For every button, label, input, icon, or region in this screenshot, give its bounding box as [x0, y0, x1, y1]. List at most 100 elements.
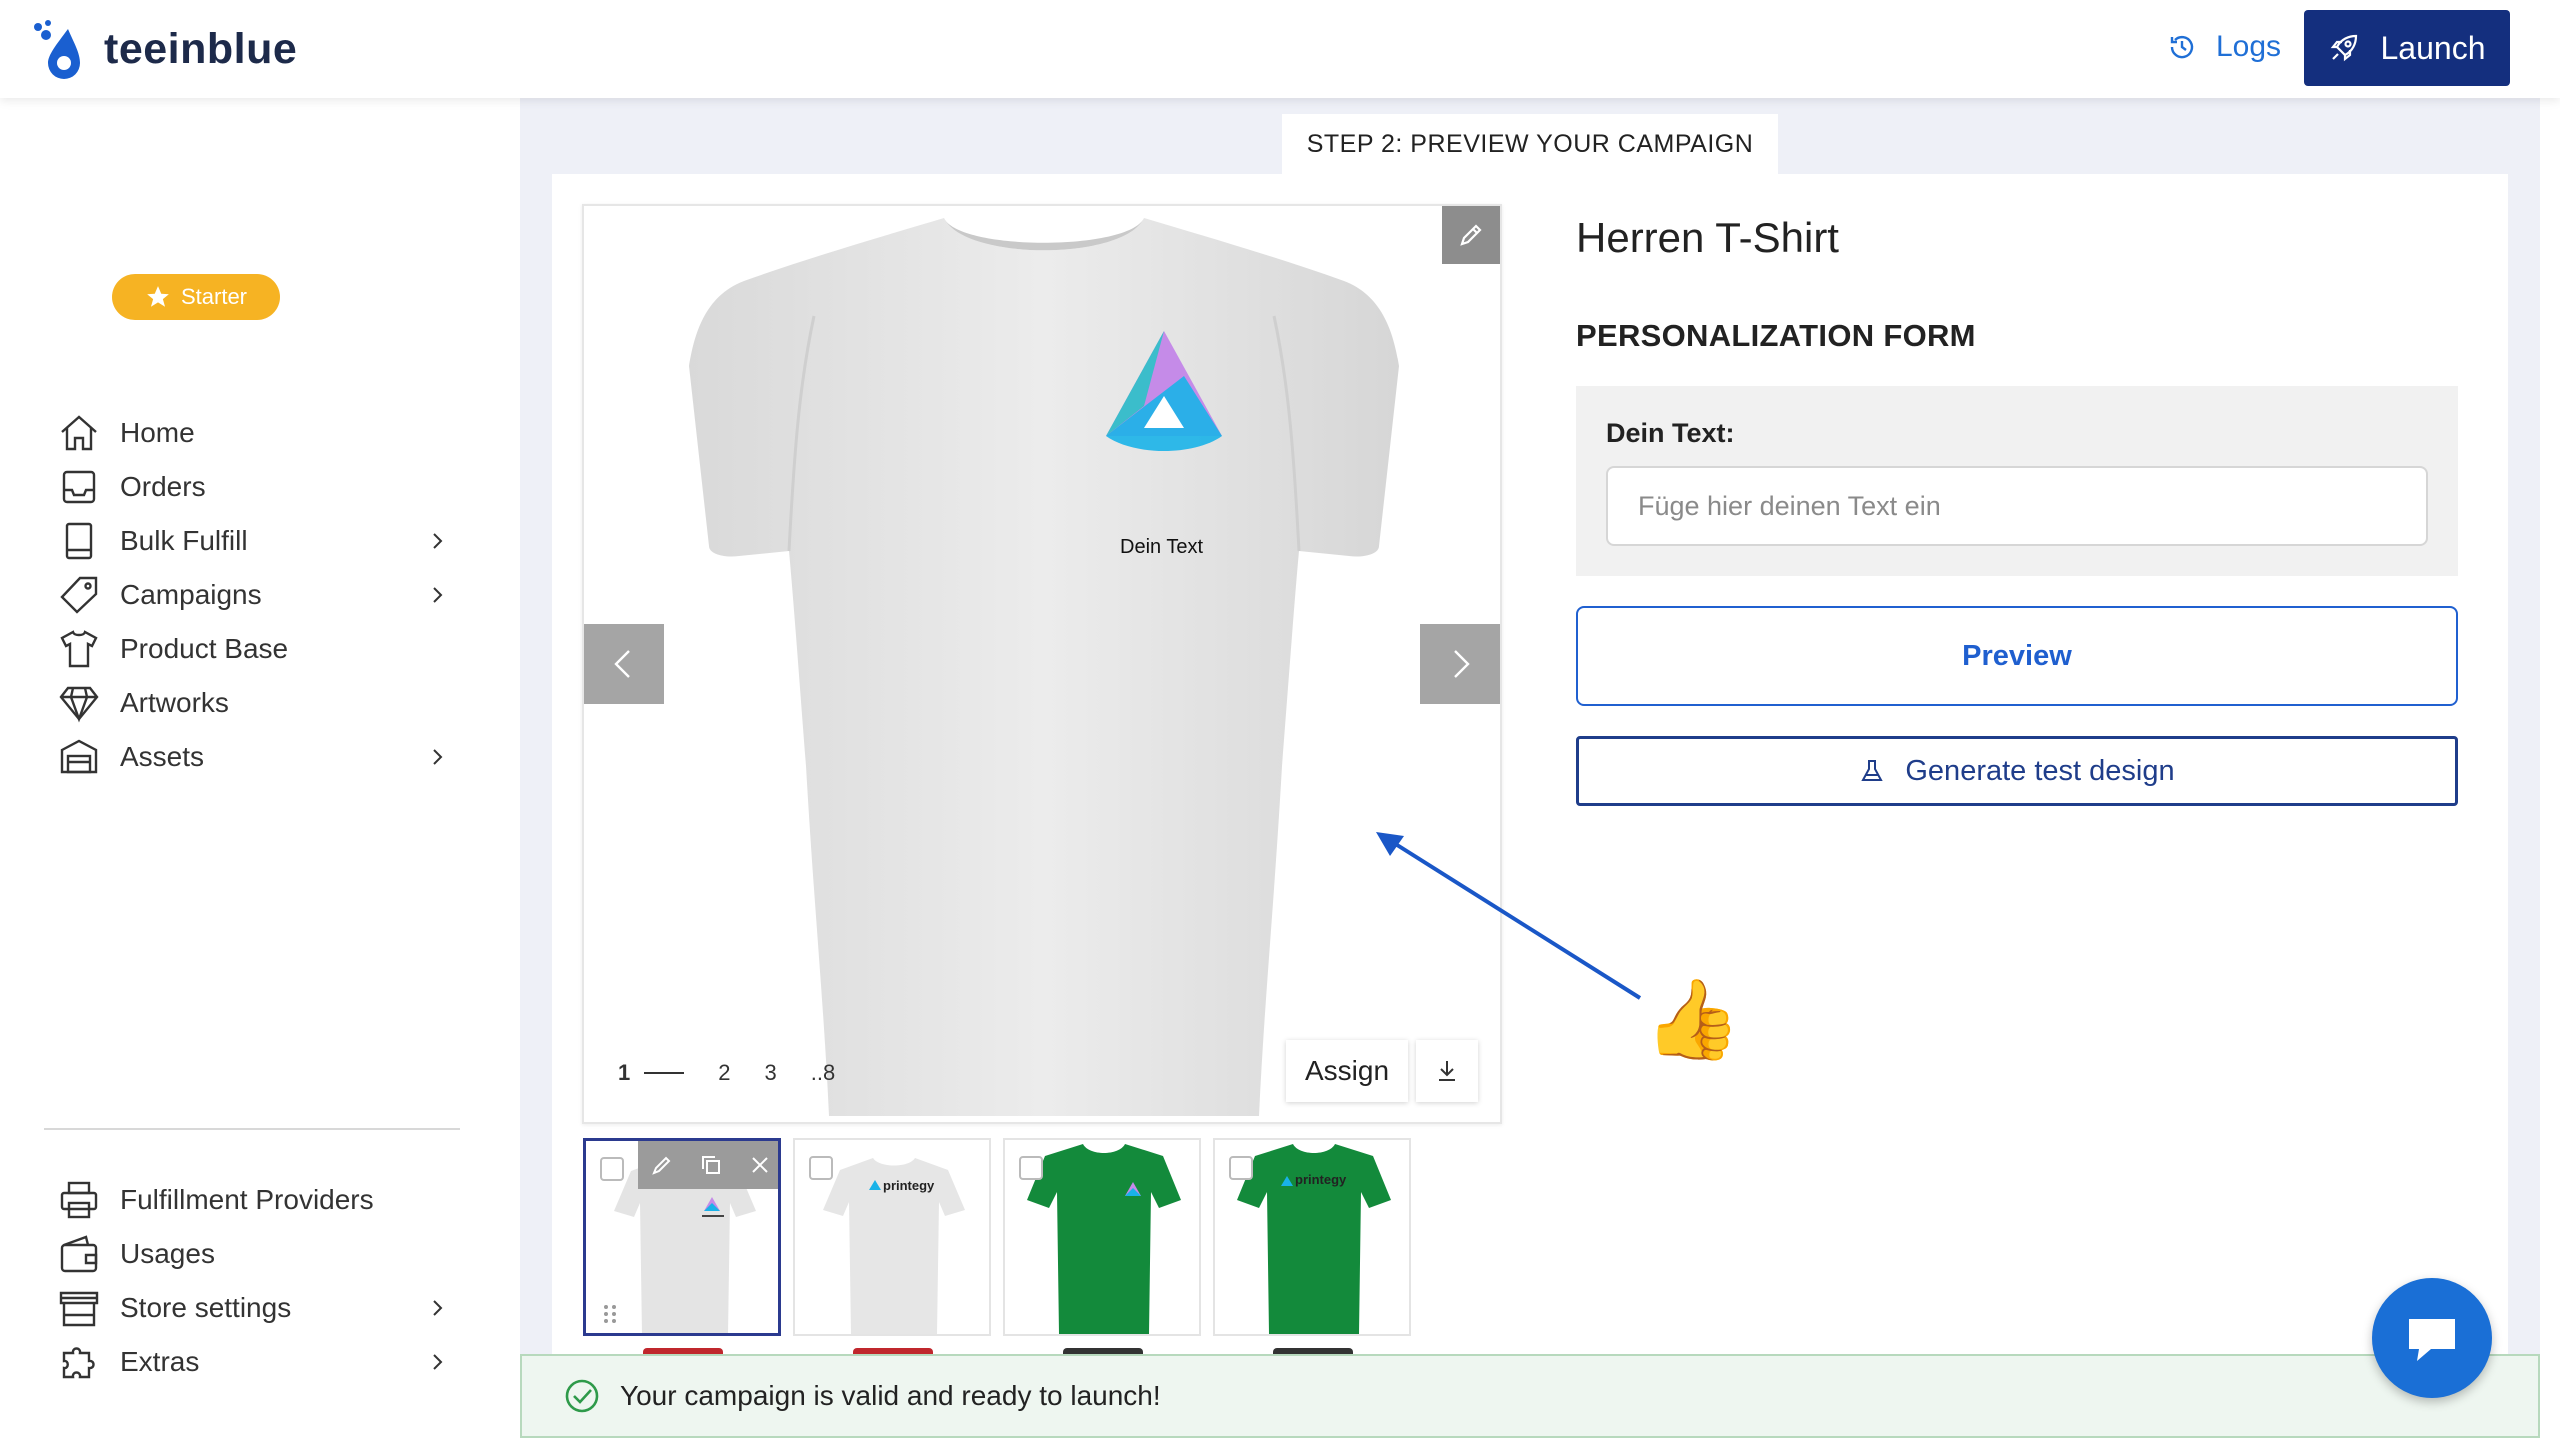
sidebar-item-usages[interactable]: Usages	[58, 1224, 448, 1284]
chevron-right-icon	[433, 1300, 443, 1316]
next-image-button[interactable]	[1420, 624, 1500, 704]
flask-icon	[1861, 760, 1884, 781]
sidebar-item-product-base[interactable]: Product Base	[58, 619, 448, 679]
sidebar-item-campaigns[interactable]: Campaigns	[58, 565, 448, 625]
check-circle-icon	[565, 1379, 599, 1413]
page-3[interactable]: 3	[765, 1060, 777, 1086]
plan-badge-label: Starter	[180, 284, 248, 309]
sidebar-item-extras[interactable]: Extras	[58, 1332, 448, 1392]
chevron-right-icon	[433, 1354, 443, 1370]
sidebar-item-fulfillment-providers[interactable]: Fulfillment Providers	[58, 1170, 448, 1230]
thumbnail-checkbox[interactable]	[1229, 1156, 1253, 1180]
sidebar-item-label: Artworks	[120, 687, 229, 718]
close-icon[interactable]	[748, 1153, 772, 1177]
sidebar-item-label: Bulk Fulfill	[120, 525, 248, 556]
chevron-left-icon	[614, 650, 630, 678]
logo-icon	[34, 20, 80, 79]
chat-icon	[2409, 1319, 2455, 1361]
document-icon	[58, 520, 100, 562]
thumbnail-checkbox[interactable]	[600, 1157, 624, 1181]
active-page-indicator	[644, 1072, 685, 1074]
thumbnail-toolbar	[638, 1141, 778, 1189]
logs-link[interactable]: Logs	[2168, 30, 2281, 64]
diamond-icon	[58, 682, 100, 724]
thumbnail-checkbox[interactable]	[1019, 1156, 1043, 1180]
thumbnail-2[interactable]: printegy	[793, 1138, 991, 1336]
annotation-arrow	[1376, 832, 1642, 1000]
page-2[interactable]: 2	[718, 1060, 730, 1086]
preview-button[interactable]: Preview	[1576, 606, 2458, 706]
drag-handle-icon[interactable]	[602, 1303, 618, 1325]
history-icon	[2170, 35, 2194, 59]
brand-logo[interactable]: teeinblue	[28, 14, 297, 84]
page-more[interactable]: ..8	[811, 1060, 835, 1086]
sidebar-item-artworks[interactable]: Artworks	[58, 673, 448, 733]
scrollbar-track[interactable]	[2540, 98, 2560, 1438]
previous-image-button[interactable]	[584, 624, 664, 704]
thumbnail-4[interactable]: printegy	[1213, 1138, 1411, 1336]
edit-design-button[interactable]	[1442, 206, 1500, 264]
top-bar: teeinblue Logs Launch	[0, 0, 2560, 98]
chat-button[interactable]	[2372, 1278, 2492, 1398]
thumbnail-3[interactable]	[1003, 1138, 1201, 1336]
product-title: Herren T-Shirt	[1576, 214, 1839, 261]
sidebar-item-home[interactable]: Home	[58, 403, 448, 463]
home-icon	[58, 412, 100, 454]
sidebar-item-label: Campaigns	[120, 579, 262, 610]
sidebar-item-label: Store settings	[120, 1292, 292, 1323]
shirt-icon	[58, 628, 100, 670]
assign-button[interactable]: Assign	[1286, 1040, 1408, 1102]
generate-test-design-label: Generate test design	[1905, 754, 2175, 787]
pencil-icon[interactable]	[650, 1153, 674, 1177]
text-field-label: Dein Text:	[1606, 418, 1735, 448]
sidebar-item-label: Extras	[120, 1346, 200, 1377]
logs-label: Logs	[2216, 30, 2282, 63]
star-icon	[147, 286, 169, 307]
printer-icon	[58, 1179, 100, 1221]
sidebar-item-label: Home	[120, 417, 195, 448]
chevron-right-icon	[433, 533, 443, 549]
sidebar-item-bulk-fulfill[interactable]: Bulk Fulfill	[58, 511, 448, 571]
download-button[interactable]	[1416, 1040, 1478, 1102]
chevron-right-icon	[433, 749, 443, 765]
thumbnail-brand-text: printegy	[883, 1178, 935, 1193]
store-icon	[58, 1287, 100, 1329]
thumbnail-checkbox[interactable]	[809, 1156, 833, 1180]
page-1[interactable]: 1	[618, 1060, 630, 1086]
brand-name: teeinblue	[104, 24, 298, 73]
image-pager: 1 2 3 ..8	[618, 1060, 869, 1086]
sidebar: Starter Home Orders Bulk Fulfill Campaig…	[0, 98, 520, 1438]
puzzle-icon	[58, 1341, 100, 1383]
archive-icon	[58, 736, 100, 778]
sidebar-item-orders[interactable]: Orders	[58, 457, 448, 517]
generate-test-design-button[interactable]: Generate test design	[1576, 736, 2458, 806]
sidebar-divider	[44, 1128, 460, 1130]
text-input[interactable]	[1606, 466, 2428, 546]
launch-button[interactable]: Launch	[2304, 10, 2510, 86]
sidebar-item-label: Product Base	[120, 633, 289, 664]
product-preview	[582, 204, 1502, 1124]
download-icon	[1439, 1061, 1455, 1081]
sidebar-item-store-settings[interactable]: Store settings	[58, 1278, 448, 1338]
inbox-icon	[58, 466, 100, 508]
design-text-label: Dein Text	[1120, 536, 1204, 558]
sidebar-item-label: Fulfillment Providers	[120, 1184, 374, 1215]
chevron-right-icon	[433, 587, 443, 603]
plan-badge[interactable]: Starter	[112, 274, 280, 320]
validation-message: Your campaign is valid and ready to laun…	[620, 1380, 1161, 1411]
thumbs-up-emoji: 👍	[1644, 975, 1742, 1063]
step-title: STEP 2: PREVIEW YOUR CAMPAIGN	[1282, 114, 1778, 174]
chevron-right-icon	[1454, 650, 1470, 678]
tshirt-mockup	[689, 218, 1399, 1116]
tag-icon	[58, 574, 100, 616]
thumbnail-1[interactable]	[583, 1138, 781, 1336]
duplicate-icon[interactable]	[699, 1153, 723, 1177]
sidebar-item-label: Orders	[120, 471, 206, 502]
launch-label: Launch	[2380, 29, 2486, 66]
personalization-form-title: PERSONALIZATION FORM	[1576, 318, 1976, 353]
rocket-icon	[2330, 34, 2357, 62]
sidebar-item-label: Assets	[120, 741, 205, 772]
sidebar-item-assets[interactable]: Assets	[58, 727, 448, 787]
validation-status-bar: Your campaign is valid and ready to laun…	[520, 1354, 2540, 1438]
thumbnail-brand-text: printegy	[1295, 1172, 1347, 1187]
